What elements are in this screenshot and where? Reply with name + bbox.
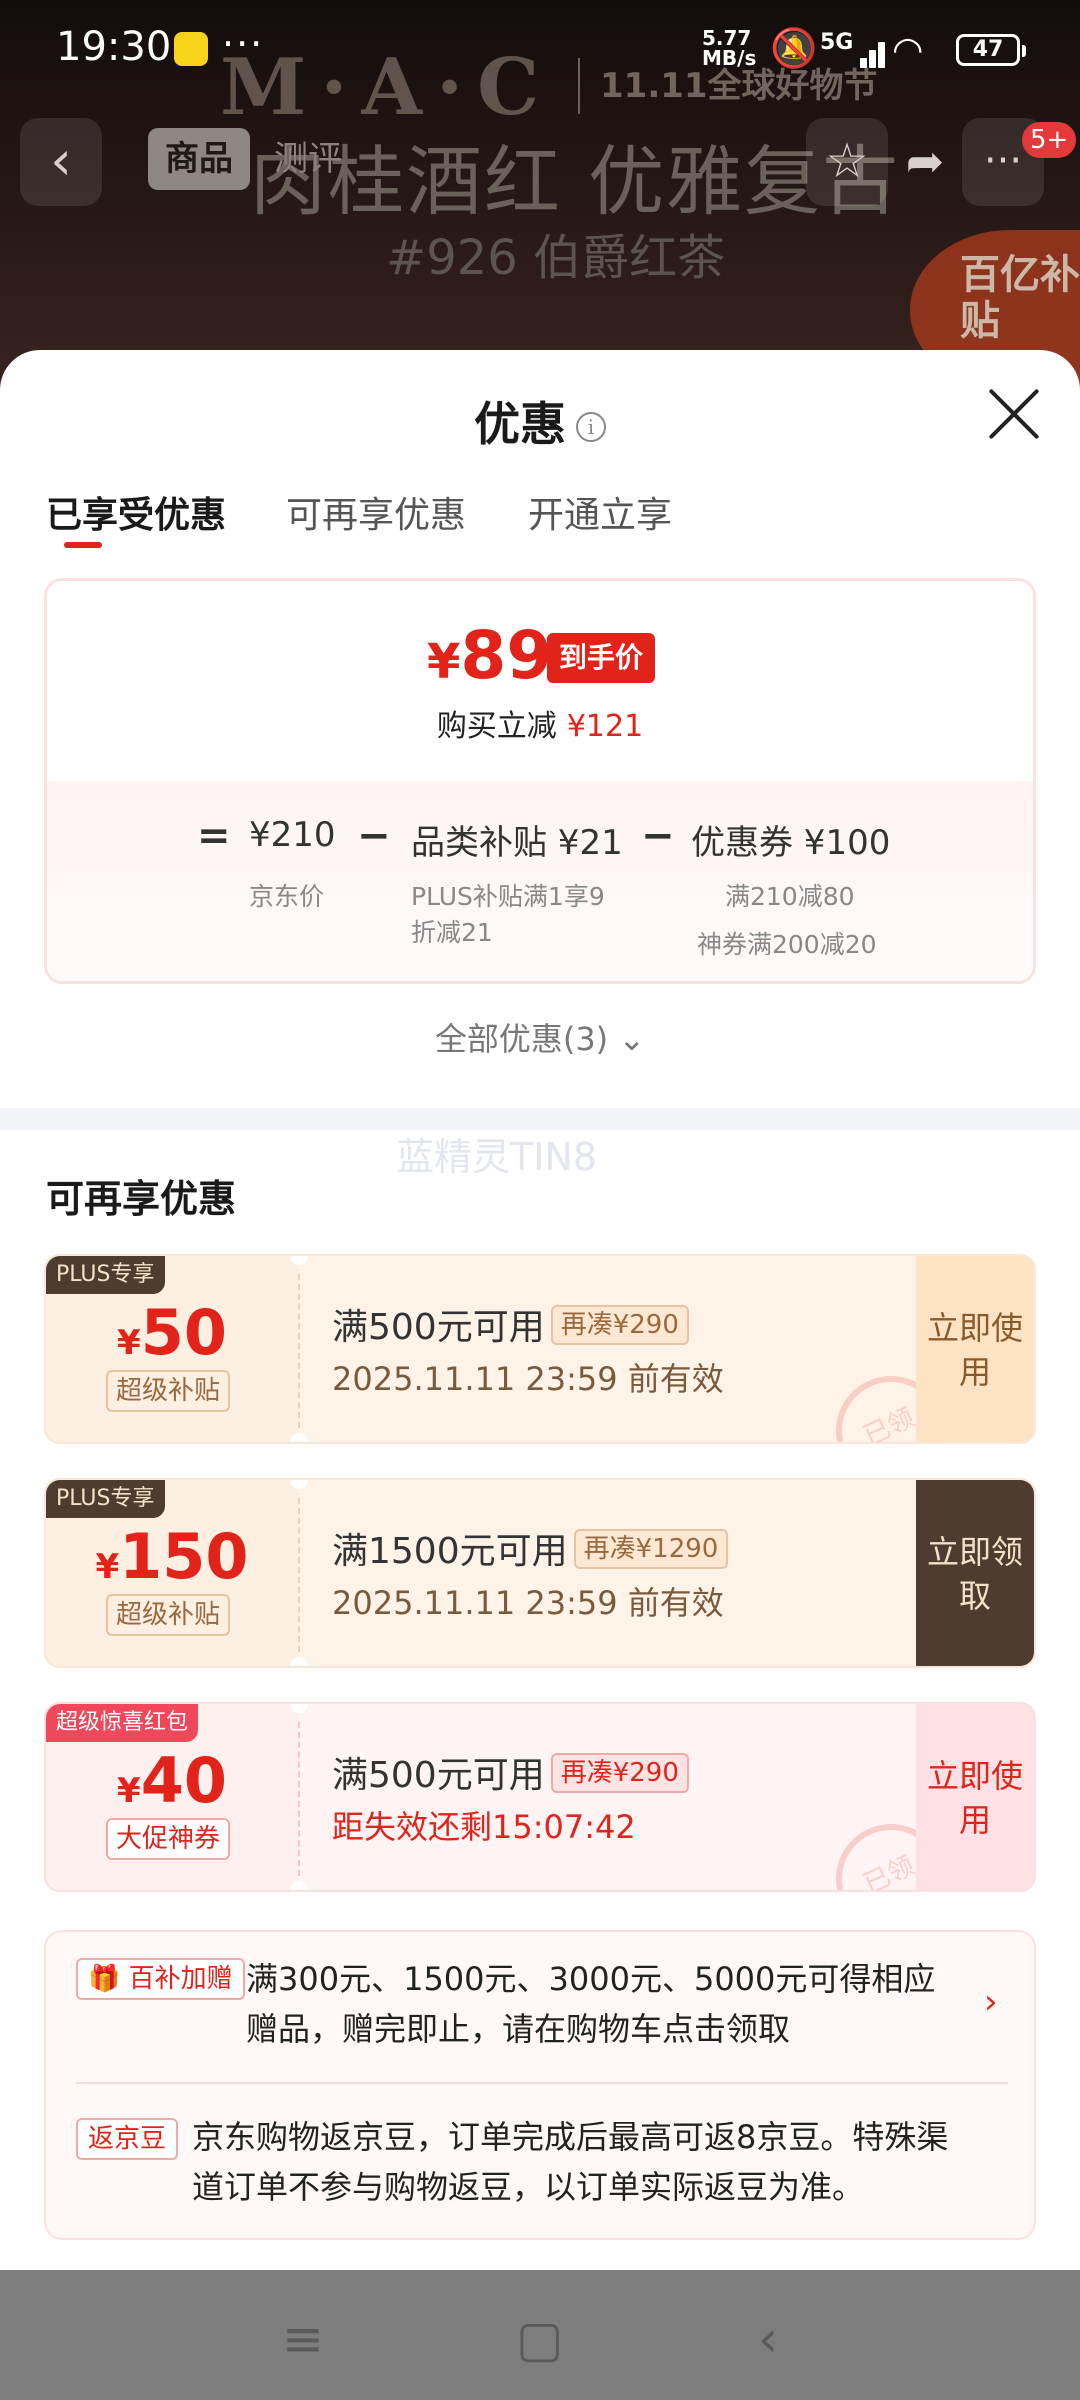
category-subsidy: 品类补贴 ¥21 <box>411 823 623 863</box>
extra-benefits-card: 🎁 百补加赠 满300元、1500元、3000元、5000元可得相应 赠品，赠完… <box>44 1930 1036 2240</box>
coupon-extra-needed: 再凑¥290 <box>550 1753 689 1793</box>
tab-product[interactable]: 商品 <box>148 128 250 190</box>
gift-tag: 🎁 百补加赠 <box>76 1958 245 2000</box>
use-coupon-button[interactable]: 立即使用 <box>916 1256 1034 1442</box>
clock: 19:30 <box>56 24 172 70</box>
app-notification-icon <box>174 32 208 66</box>
coupon-expiry: 2025.11.11 23:59 前有效 <box>332 1360 724 1398</box>
more-notifications-icon: ··· <box>222 22 265 66</box>
minus-sign: − <box>357 813 391 859</box>
divider <box>76 2082 1008 2084</box>
jd-bean-tag: 返京豆 <box>76 2118 179 2160</box>
coupon-amount-area: 超级惊喜红包 ¥40 大促神券 <box>46 1704 298 1890</box>
jd-price: ¥210 <box>249 815 336 855</box>
coupon-card: PLUS专享 ¥150 超级补贴 满1500元可用 再凑¥1290 2025.11… <box>44 1478 1036 1668</box>
back-button[interactable]: ‹ <box>20 118 102 206</box>
message-count-badge: 5+ <box>1022 122 1077 158</box>
coupon-divider <box>298 1274 300 1428</box>
info-icon[interactable]: i <box>576 412 606 442</box>
network-speed: 5.77 MB/s <box>702 26 757 70</box>
mute-icon: 🔕 <box>770 26 818 70</box>
coupon-condition: 满1500元可用 再凑¥1290 <box>332 1522 729 1574</box>
coupon-divider <box>298 1722 300 1876</box>
coupon-type: 超级补贴 <box>106 1370 231 1412</box>
coupon-extra-needed: 再凑¥1290 <box>573 1529 729 1569</box>
active-tab-indicator <box>64 542 102 548</box>
coupon-notch <box>290 1433 308 1442</box>
wifi-icon: ◠ <box>892 30 924 71</box>
coupon-amount-area: PLUS专享 ¥50 超级补贴 <box>46 1256 298 1442</box>
coupon-discount: 优惠券 ¥100 <box>691 823 891 863</box>
coupon-notch <box>290 1881 308 1890</box>
tab-activate[interactable]: 开通立享 <box>528 486 672 538</box>
coupon-amount: ¥50 <box>117 1296 227 1369</box>
coupon-badge: 超级惊喜红包 <box>46 1704 199 1742</box>
back-icon[interactable]: ‹ <box>758 2310 778 2368</box>
coupon-amount: ¥150 <box>95 1520 249 1593</box>
menu-icon[interactable]: ≡ <box>282 2310 324 2368</box>
tab-more-available[interactable]: 可再享优惠 <box>286 486 466 538</box>
coupon-condition: 满500元可用 再凑¥290 <box>332 1298 689 1350</box>
coupon-type: 大促神券 <box>106 1818 231 1860</box>
price-summary-card: ¥89 到手价 购买立减 ¥121 = ¥210 京东价 − 品类补贴 ¥21 P… <box>44 578 1036 984</box>
product-shade: #926 伯爵红茶 <box>386 230 726 286</box>
final-price: ¥89 <box>427 617 553 694</box>
coupon-badge: PLUS专享 <box>46 1256 165 1294</box>
tab-review[interactable]: 测评 <box>274 128 342 190</box>
status-bar: 19:30 ··· 5.77 MB/s 🔕 5G ◠ 47 <box>0 0 1080 100</box>
equals-sign: = <box>197 813 231 859</box>
coupon-condition: 满500元可用 再凑¥290 <box>332 1746 689 1798</box>
discount-sheet: 优惠 i 已享受优惠 可再享优惠 开通立享 ¥89 到手价 购买立减 ¥121 = … <box>0 350 1080 2270</box>
gift-icon: 🎁 <box>88 1964 121 1994</box>
section-title: 可再享优惠 <box>46 1177 237 1221</box>
system-navigation-bar: ≡ ▢ ‹ <box>0 2270 1080 2400</box>
jd-price-label: 京东价 <box>249 882 325 911</box>
coupon-card: PLUS专享 ¥50 超级补贴 满500元可用 再凑¥290 2025.11.11… <box>44 1254 1036 1444</box>
category-subsidy-desc: PLUS补贴满1享9折减21 <box>411 882 605 947</box>
coupon-type: 超级补贴 <box>106 1594 231 1636</box>
watermark: 蓝精灵TIN8 <box>396 1135 598 1179</box>
coupon-expiry: 2025.11.11 23:59 前有效 <box>332 1584 724 1622</box>
jd-bean-description: 京东购物返京豆，订单完成后最高可返8京豆。特殊渠 道订单不参与购物返豆，以订单实… <box>192 2118 949 2206</box>
signal-icon <box>842 34 886 68</box>
coupon-badge: PLUS专享 <box>46 1480 165 1518</box>
saved-amount: 购买立减 ¥121 <box>436 709 644 744</box>
claim-coupon-button[interactable]: 立即领取 <box>916 1480 1034 1666</box>
coupon-notch <box>290 1657 308 1666</box>
gift-description[interactable]: 满300元、1500元、3000元、5000元可得相应 赠品，赠完即止，请在购物… <box>246 1954 935 2054</box>
coupon-desc-1: 满210减80 <box>725 882 855 911</box>
close-icon[interactable] <box>984 384 1044 444</box>
sheet-title: 优惠 i <box>0 388 1080 454</box>
battery-icon: 47 <box>956 34 1026 66</box>
coupon-amount: ¥40 <box>117 1744 227 1817</box>
final-price-tag: 到手价 <box>547 633 656 683</box>
coupon-extra-needed: 再凑¥290 <box>550 1305 689 1345</box>
use-coupon-button[interactable]: 立即使用 <box>916 1704 1034 1890</box>
coupon-card: 超级惊喜红包 ¥40 大促神券 满500元可用 再凑¥290 距失效还剩15:07… <box>44 1702 1036 1892</box>
coupon-amount-area: PLUS专享 ¥150 超级补贴 <box>46 1480 298 1666</box>
home-icon[interactable]: ▢ <box>516 2310 563 2368</box>
coupon-desc-2: 神券满200减20 <box>697 930 877 959</box>
all-offers-toggle[interactable]: 全部优惠(3) ⌄ <box>0 1014 1080 1060</box>
coupon-countdown: 距失效还剩15:07:42 <box>332 1808 636 1846</box>
minus-sign: − <box>641 813 675 859</box>
chevron-right-icon[interactable]: › <box>984 1982 998 2022</box>
coupon-divider <box>298 1498 300 1652</box>
product-nav: ‹ 商品 测评 ☆ ➦ ··· 5+ <box>0 118 1080 210</box>
tab-enjoyed[interactable]: 已享受优惠 <box>46 486 226 538</box>
favorite-star-icon[interactable]: ☆ <box>806 118 888 206</box>
chevron-down-icon: ⌄ <box>618 1020 646 1058</box>
share-icon[interactable]: ➦ <box>884 118 966 206</box>
